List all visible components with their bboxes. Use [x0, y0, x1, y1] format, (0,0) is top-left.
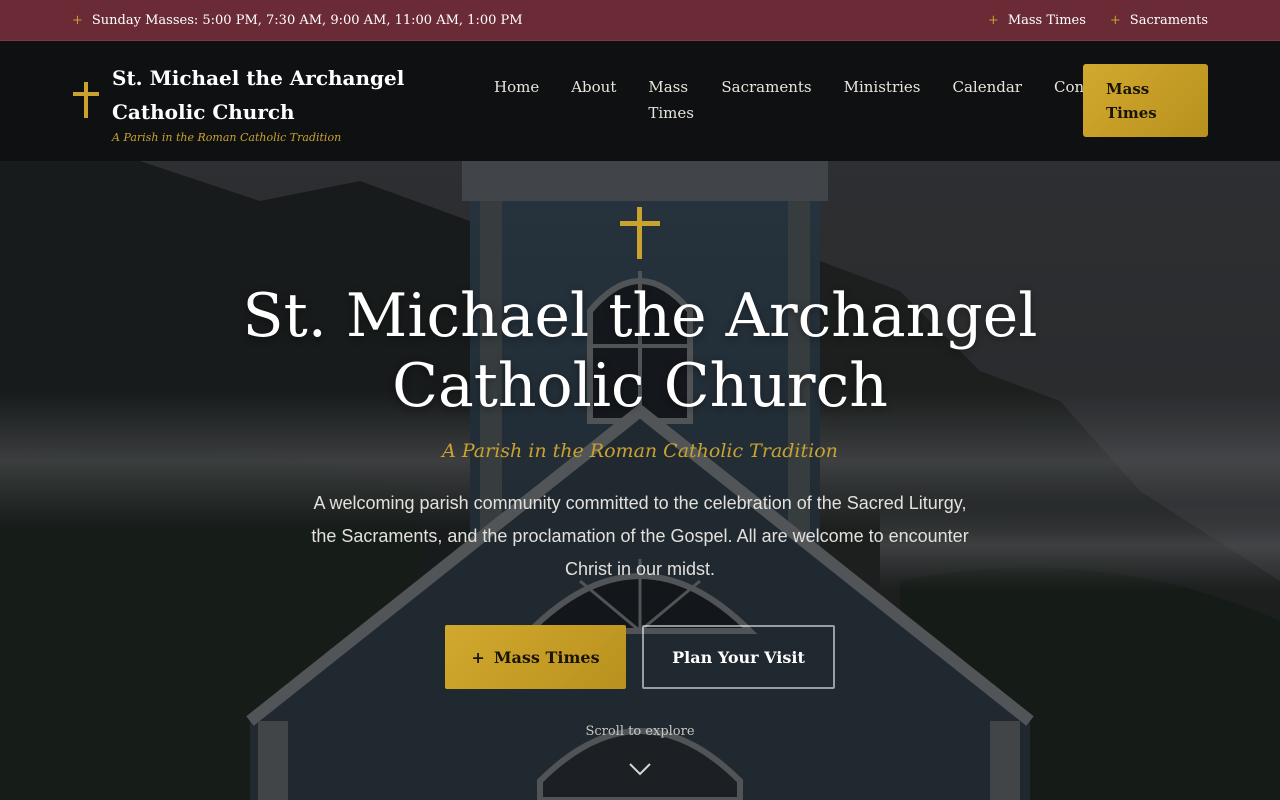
site-name: St. Michael the Archangel Catholic Churc… [112, 66, 405, 124]
hero-subtitle: A Parish in the Roman Catholic Tradition [442, 440, 838, 462]
mass-times-button[interactable]: + Mass Times [445, 625, 626, 689]
chevron-down-icon[interactable] [628, 761, 652, 777]
hero: St. Michael the Archangel Catholic Churc… [0, 161, 1280, 800]
nav-ministries[interactable]: Ministries [844, 74, 921, 100]
mass-schedule-text: Sunday Masses: 5:00 PM, 7:30 AM, 9:00 AM… [91, 12, 523, 28]
nav-sacraments[interactable]: Sacraments [721, 74, 811, 100]
top-link-mass-times[interactable]: + Mass Times [988, 13, 1086, 28]
nav-about[interactable]: About [571, 74, 616, 100]
mass-schedule: + Sunday Masses: 5:00 PM, 7:30 AM, 9:00 … [72, 13, 523, 28]
plus-icon: + [987, 12, 999, 28]
brand[interactable]: St. Michael the Archangel Catholic Churc… [72, 41, 472, 144]
top-link-label: Sacraments [1129, 12, 1208, 28]
nav-calendar[interactable]: Calendar [953, 74, 1022, 100]
plus-icon: + [72, 12, 83, 28]
cross-icon [620, 207, 660, 261]
header-mass-times-button[interactable]: Mass Times [1083, 64, 1208, 137]
site-tagline: A Parish in the Roman Catholic Tradition [112, 131, 342, 144]
top-links: + Mass Times + Sacraments [964, 13, 1208, 28]
hero-title: St. Michael the Archangel Catholic Churc… [242, 281, 1038, 421]
top-link-sacraments[interactable]: + Sacraments [1110, 13, 1208, 28]
top-link-label: Mass Times [1007, 12, 1086, 28]
cross-icon [72, 82, 99, 120]
hero-description: A welcoming parish community committed t… [311, 493, 969, 579]
nav-mass-times[interactable]: Mass Times [648, 74, 694, 126]
top-bar: + Sunday Masses: 5:00 PM, 7:30 AM, 9:00 … [0, 0, 1280, 41]
site-header: St. Michael the Archangel Catholic Churc… [0, 41, 1280, 161]
main-nav: Home About Mass Times Sacraments Ministr… [494, 41, 1114, 126]
plus-icon: + [471, 647, 485, 667]
plus-icon: + [1109, 12, 1121, 28]
nav-home[interactable]: Home [494, 74, 539, 100]
plan-your-visit-button[interactable]: Plan Your Visit [642, 625, 835, 689]
scroll-hint: Scroll to explore [585, 724, 695, 739]
mass-times-button-label: Mass Times [493, 647, 600, 667]
